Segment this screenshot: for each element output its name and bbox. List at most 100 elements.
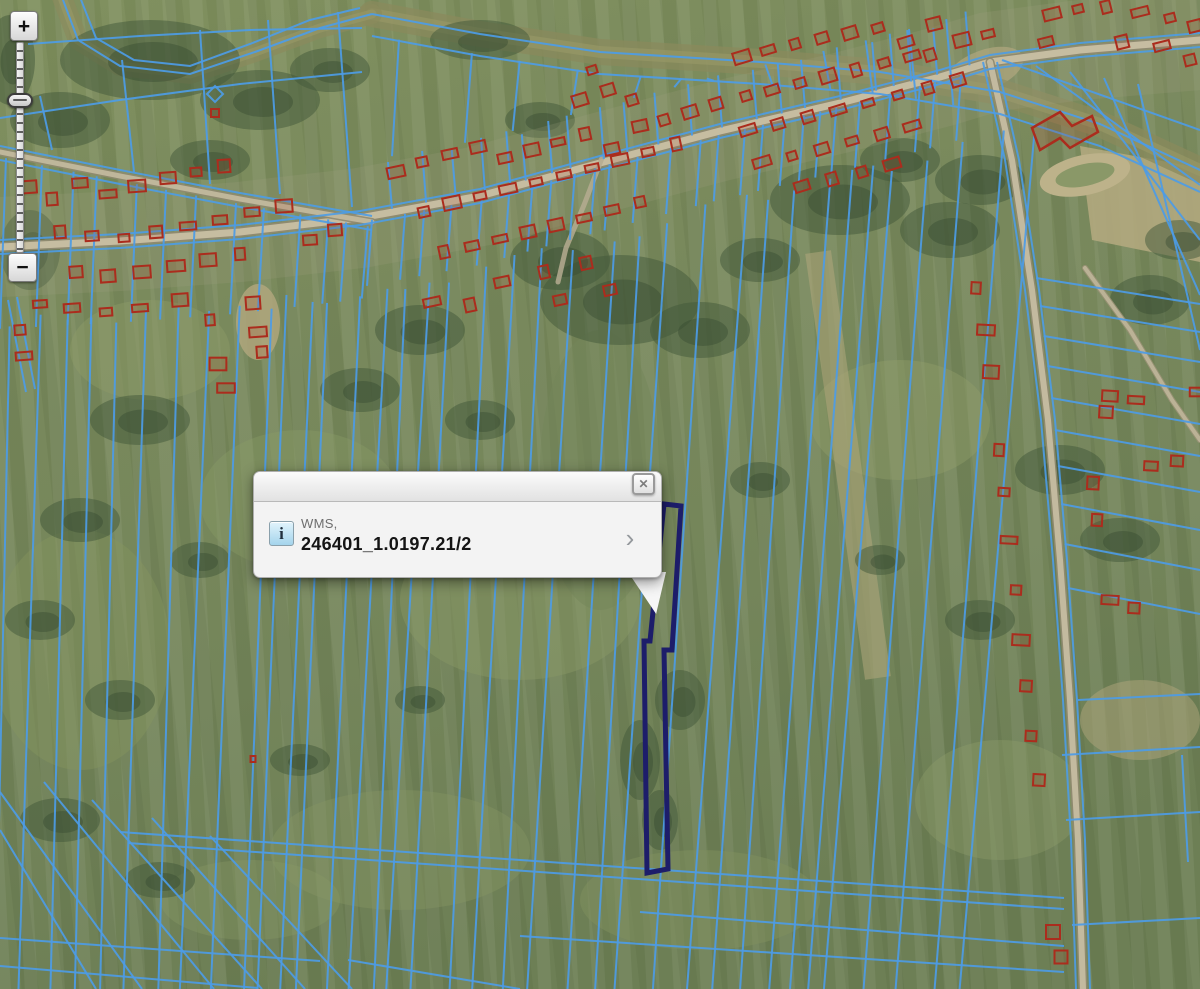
building-outline <box>256 346 267 358</box>
zoom-out-button[interactable]: − <box>8 253 37 282</box>
tree-cluster <box>343 381 383 403</box>
building-outline <box>199 253 216 267</box>
building-outline <box>418 206 431 218</box>
building-outline <box>977 324 995 335</box>
building-outline <box>1187 19 1200 33</box>
building-outline <box>133 265 151 278</box>
building-outline <box>981 29 995 39</box>
building-outline <box>72 178 88 188</box>
building-outline <box>585 163 600 173</box>
building-outline <box>441 148 458 160</box>
building-outline <box>167 260 186 272</box>
building-outline <box>1055 951 1068 964</box>
zoom-in-button[interactable]: + <box>10 11 38 41</box>
building-outline <box>994 444 1004 456</box>
tree-cluster <box>808 185 878 220</box>
building-outline <box>328 224 342 236</box>
building-outline <box>771 117 786 130</box>
building-outline <box>641 147 655 157</box>
field-patch <box>915 740 1085 860</box>
building-outline <box>1020 680 1032 692</box>
building-outline <box>33 300 47 308</box>
tree-cluster <box>966 612 1001 632</box>
building-outline <box>160 172 176 184</box>
tree-cluster <box>233 87 293 117</box>
building-outline <box>218 159 231 172</box>
building-outline <box>235 248 246 260</box>
building-outline <box>172 293 189 307</box>
building-outline <box>497 152 513 164</box>
building-outline <box>1102 390 1118 401</box>
building-outline <box>244 207 260 217</box>
building-outline <box>211 109 219 117</box>
building-outline <box>952 32 971 48</box>
building-outline <box>786 151 797 162</box>
building-outline <box>1101 595 1118 605</box>
building-outline <box>983 365 999 379</box>
tree-cluster <box>106 692 141 712</box>
tree-cluster <box>401 320 446 345</box>
building-outline <box>586 65 597 75</box>
tree-cluster <box>1133 290 1173 315</box>
zoom-slider-track[interactable] <box>16 42 24 253</box>
building-outline <box>538 265 550 279</box>
building-outline <box>16 351 33 360</box>
building-outline <box>579 256 593 270</box>
building-outline <box>1012 634 1030 646</box>
building-outline <box>1171 455 1184 466</box>
building-outline <box>210 358 227 371</box>
chevron-right-icon[interactable]: › <box>618 526 642 554</box>
building-outline <box>611 153 630 167</box>
tree-cluster <box>583 280 663 325</box>
building-outline <box>386 165 405 179</box>
building-outline <box>998 488 1009 497</box>
building-outline <box>519 225 536 240</box>
building-outline <box>950 72 966 87</box>
building-outline <box>464 298 477 313</box>
tree-cluster <box>63 511 103 533</box>
building-outline <box>128 180 146 193</box>
building-outline <box>1033 774 1045 786</box>
building-outline <box>1190 388 1200 397</box>
tree-cluster <box>188 553 218 571</box>
building-outline <box>1183 54 1196 67</box>
building-outline <box>789 38 801 50</box>
building-outline <box>442 195 462 211</box>
building-outline <box>217 383 235 392</box>
building-outline <box>529 177 542 186</box>
map-application: + − ✕ i WMS, 246401_1.0197.21/2 › <box>0 0 1200 989</box>
building-outline <box>871 22 884 34</box>
building-outline <box>1100 0 1112 14</box>
building-outline <box>249 327 267 338</box>
building-outline <box>1164 13 1176 24</box>
tree-cluster <box>146 873 181 891</box>
info-icon: i <box>269 521 294 546</box>
popup-header <box>254 472 661 502</box>
building-outline <box>550 137 565 147</box>
building-outline <box>923 48 936 62</box>
building-outline <box>658 114 671 127</box>
zoom-slider-handle[interactable] <box>7 93 33 108</box>
building-outline <box>825 172 839 187</box>
building-outline <box>856 166 868 179</box>
feature-info-text: WMS, 246401_1.0197.21/2 <box>301 516 611 555</box>
building-outline <box>494 276 511 289</box>
tree-cluster <box>313 61 353 83</box>
building-outline <box>556 170 571 180</box>
building-outline <box>69 266 83 278</box>
building-outline <box>14 325 26 335</box>
building-outline <box>1072 4 1084 14</box>
building-outline <box>190 167 202 176</box>
popup-window: ✕ i WMS, 246401_1.0197.21/2 › <box>253 471 662 578</box>
tree-cluster <box>288 754 318 770</box>
building-outline <box>100 269 116 282</box>
building-outline <box>473 191 486 201</box>
building-outline <box>149 226 162 239</box>
building-outline <box>874 127 890 141</box>
building-outline <box>1046 925 1060 939</box>
building-outline <box>85 231 99 241</box>
close-icon[interactable]: ✕ <box>632 473 655 495</box>
building-outline <box>46 192 58 205</box>
building-outline <box>1115 34 1130 49</box>
building-outline <box>600 83 616 97</box>
